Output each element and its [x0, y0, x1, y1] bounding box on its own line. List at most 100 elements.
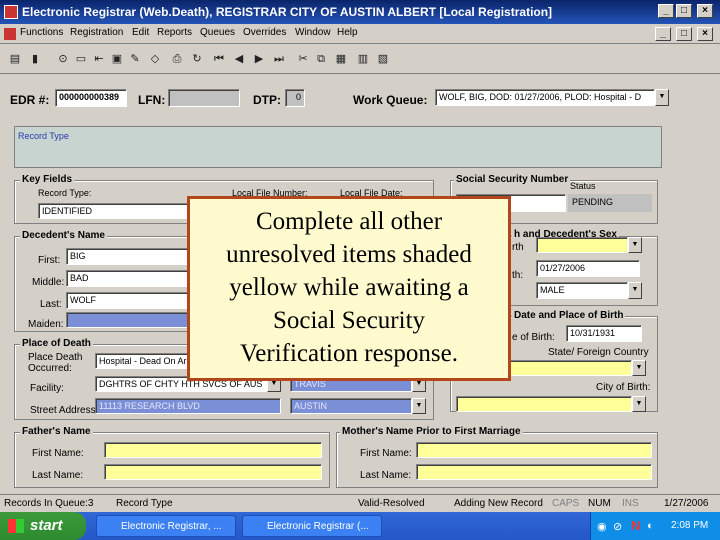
child-close-button[interactable]: × — [697, 27, 713, 41]
middle-name-field[interactable]: BAD — [66, 270, 188, 287]
close-button[interactable]: × — [697, 4, 713, 18]
street-address-field[interactable]: 11113 RESEARCH BLVD — [95, 398, 281, 414]
status-caps: CAPS — [552, 498, 580, 509]
taskbar-item-registrar-1[interactable]: Electronic Registrar, ... — [96, 515, 236, 537]
child-minimize-button[interactable]: _ — [655, 27, 671, 41]
print-icon[interactable]: ⎙ — [170, 52, 184, 66]
app-icon — [4, 5, 18, 19]
window-title: Electronic Registrar (Web.Death), REGIST… — [22, 5, 553, 19]
date-of-birth-field[interactable]: 10/31/1931 — [566, 325, 642, 342]
city-of-death-select[interactable]: AUSTIN — [290, 398, 412, 414]
birth-state-label: State/ Foreign Country — [548, 347, 649, 358]
work-queue-label: Work Queue: — [353, 93, 428, 107]
volume-icon[interactable]: ◐ — [647, 520, 654, 532]
father-last-name-field[interactable] — [104, 464, 322, 480]
paste-icon[interactable]: ▦ — [334, 52, 348, 66]
place-of-death-title: Place of Death — [20, 338, 93, 349]
maiden-name-field[interactable] — [66, 312, 188, 328]
new-record-icon[interactable]: ▤ — [8, 52, 22, 66]
binoculars-icon[interactable]: ⊙ — [56, 52, 70, 66]
start-button[interactable]: start — [0, 512, 86, 540]
menu-edit[interactable]: Edit — [132, 27, 149, 38]
previous-record-icon[interactable]: ◀ — [232, 52, 246, 66]
last-name-label: Last: — [40, 299, 62, 310]
lfn-label: LFN: — [138, 93, 166, 107]
lfn-field[interactable] — [168, 89, 240, 107]
menu-window[interactable]: Window — [295, 27, 331, 38]
mother-last-name-field[interactable] — [416, 464, 652, 480]
menu-functions[interactable]: Functions — [20, 27, 63, 38]
system-tray: ◉ ⊘ N ◐ 2:08 PM — [590, 512, 720, 540]
exit-record-icon[interactable]: ⇤ — [92, 52, 106, 66]
windows-logo-icon — [8, 519, 24, 533]
antivirus-icon[interactable]: N — [631, 518, 640, 533]
callout-line: Social Security — [272, 307, 426, 334]
edit-icon[interactable]: ✎ — [128, 52, 142, 66]
edr-number-field[interactable]: 000000000389 — [55, 89, 127, 107]
menu-overrides[interactable]: Overrides — [243, 27, 286, 38]
first-record-icon[interactable]: ⏮ — [212, 52, 226, 66]
work-queue-select[interactable]: WOLF, BIG, DOD: 01/27/2006, PLOD: Hospit… — [435, 89, 655, 106]
records-in-queue: Records In Queue:3 — [4, 498, 94, 509]
book-icon[interactable]: ▥ — [356, 52, 370, 66]
save-icon[interactable]: ▣ — [110, 52, 124, 66]
edr-label: EDR #: — [10, 93, 50, 107]
open-record-icon[interactable]: ▭ — [74, 52, 88, 66]
callout-line: Complete all other — [255, 208, 443, 235]
child-restore-button[interactable]: □ — [676, 27, 692, 41]
chevron-down-icon[interactable]: ▼ — [632, 360, 646, 376]
toolbar: ▤ ▮ ⊙ ▭ ⇤ ▣ ✎ ◇ ⎙ ↻ ⏮ ◀ ▶ ⏭ ✂ ⧉ ▦ ▥ ▧ — [0, 46, 720, 74]
dod-partial-label: th: — [512, 270, 524, 281]
chevron-down-icon[interactable]: ▼ — [628, 282, 642, 299]
chevron-down-icon[interactable]: ▼ — [632, 396, 646, 412]
menu-registration[interactable]: Registration — [70, 27, 123, 38]
facility-label: Facility: — [30, 383, 64, 394]
document-icon[interactable] — [4, 28, 16, 40]
mother-first-name-field[interactable] — [416, 442, 652, 458]
title-bar: Electronic Registrar (Web.Death), REGIST… — [0, 0, 720, 24]
last-name-field[interactable]: WOLF — [66, 292, 188, 309]
key-fields-title: Key Fields — [20, 174, 75, 185]
copy-icon[interactable]: ⧉ — [314, 52, 328, 66]
ssn-status-label: Status — [570, 181, 596, 191]
minimize-button[interactable]: _ — [658, 4, 674, 18]
taskbar: start Electronic Registrar, ... Electron… — [0, 512, 720, 540]
taskbar-item-registrar-2[interactable]: Electronic Registrar (... — [242, 515, 382, 537]
network-icon[interactable]: ◉ — [597, 520, 607, 533]
status-bar: Records In Queue:3 Record Type Valid-Res… — [0, 494, 720, 512]
status-valid: Valid-Resolved — [358, 498, 425, 509]
last-record-icon[interactable]: ⏭ — [272, 52, 286, 66]
date-of-death-field[interactable]: 01/27/2006 — [536, 260, 640, 277]
ssn-title: Social Security Number — [454, 174, 571, 185]
chevron-down-icon[interactable]: ▼ — [655, 89, 669, 106]
date-place-birth-title: Date and Place of Birth — [512, 310, 626, 321]
status-adding: Adding New Record — [454, 498, 543, 509]
menu-reports[interactable]: Reports — [157, 27, 192, 38]
notes-icon[interactable]: ▧ — [376, 52, 390, 66]
age-field[interactable] — [536, 237, 628, 253]
pin-icon[interactable]: ▮ — [28, 52, 42, 66]
sex-select[interactable]: MALE — [536, 282, 628, 299]
cut-icon[interactable]: ✂ — [296, 52, 310, 66]
menu-help[interactable]: Help — [337, 27, 358, 38]
menu-bar: Functions Registration Edit Reports Queu… — [0, 24, 720, 44]
maximize-button[interactable]: □ — [676, 4, 692, 18]
chevron-down-icon[interactable]: ▼ — [628, 237, 642, 253]
chevron-down-icon[interactable]: ▼ — [412, 398, 426, 414]
callout-line: yellow while awaiting a — [229, 274, 469, 301]
menu-queues[interactable]: Queues — [200, 27, 235, 38]
first-name-label: First: — [38, 255, 61, 266]
refresh-icon[interactable]: ↻ — [190, 52, 204, 66]
security-icon[interactable]: ⊘ — [613, 520, 622, 533]
father-first-name-field[interactable] — [104, 442, 322, 458]
status-ins: INS — [622, 498, 639, 509]
city-of-birth-select[interactable] — [456, 396, 632, 412]
next-record-icon[interactable]: ▶ — [252, 52, 266, 66]
place-death-occurred-select[interactable]: Hospital - Dead On Arr — [95, 353, 191, 369]
decedent-name-title: Decedent's Name — [20, 230, 107, 241]
eraser-icon[interactable]: ◇ — [148, 52, 162, 66]
record-type-field[interactable]: IDENTIFIED — [38, 203, 188, 219]
status-date: 1/27/2006 — [664, 498, 709, 509]
dtp-field[interactable]: 0 — [285, 89, 305, 107]
first-name-field[interactable]: BIG — [66, 248, 188, 265]
